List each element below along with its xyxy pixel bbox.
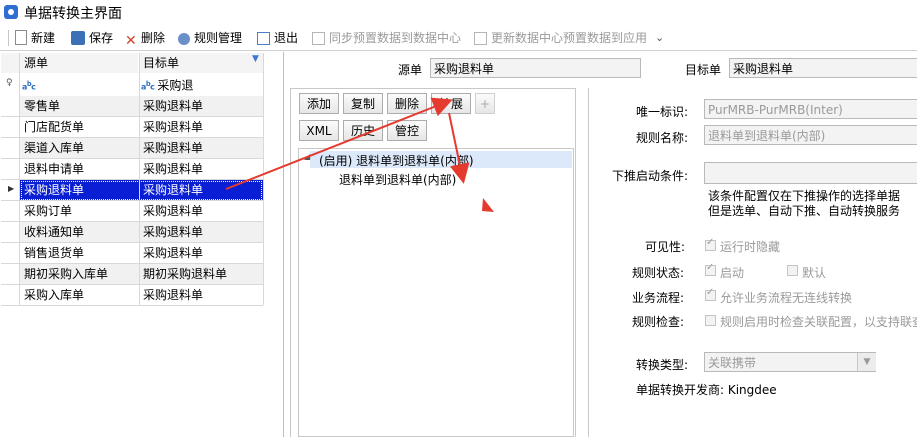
- annotation-arrowhead-small: [482, 198, 494, 212]
- annotation-arrow-down: [448, 112, 470, 184]
- annotation-arrows: [225, 97, 494, 212]
- annotation-arrow-to-extend: [225, 97, 453, 190]
